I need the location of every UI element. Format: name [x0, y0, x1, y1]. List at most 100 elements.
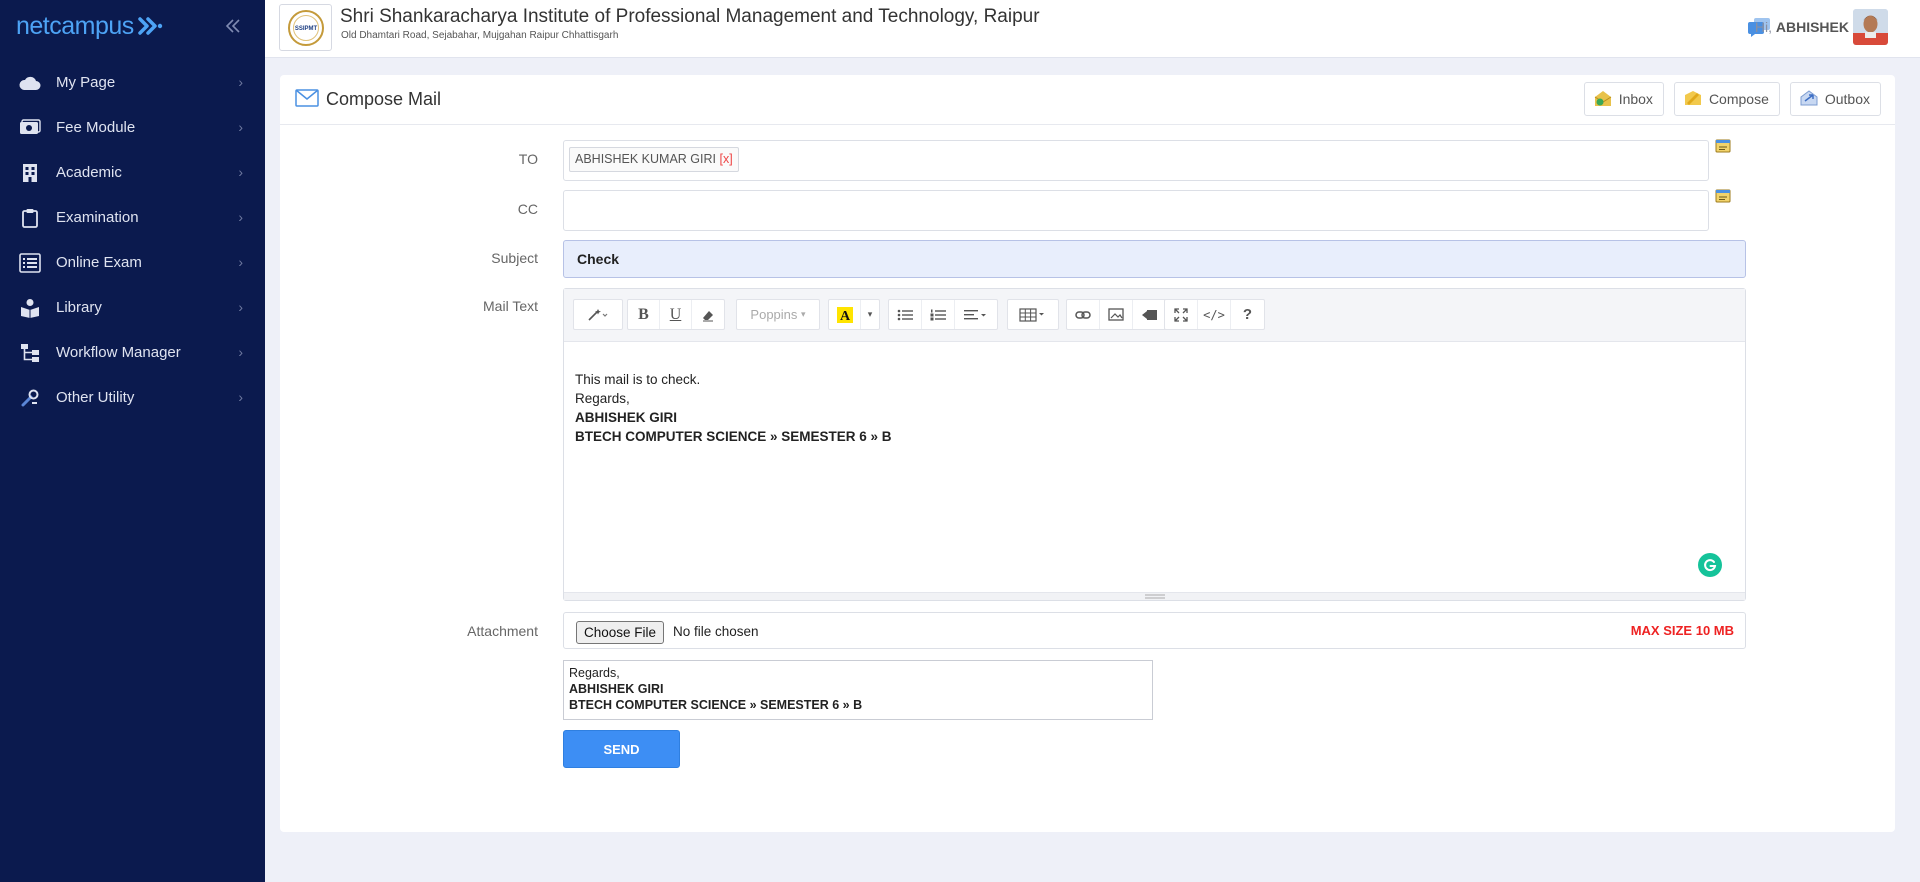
sidebar-item-label: Online Exam — [56, 254, 142, 271]
font-family-dropdown[interactable]: Poppins ▾ — [737, 300, 819, 329]
sidebar-item-workflow-manager[interactable]: Workflow Manager › — [0, 330, 265, 375]
building-icon — [18, 161, 42, 185]
card-header: Compose Mail Inbox Compose Outbox — [280, 75, 1895, 125]
page-title: Compose Mail — [326, 89, 442, 109]
fullscreen-button[interactable] — [1165, 300, 1198, 329]
help-button[interactable]: ? — [1231, 300, 1264, 329]
book-reader-icon — [18, 296, 42, 320]
top-header: SSIPMT Shri Shankaracharya Institute of … — [265, 0, 1920, 58]
chevron-right-icon: › — [238, 74, 243, 90]
code-view-button[interactable]: </> — [1198, 300, 1231, 329]
bold-button[interactable]: B — [628, 300, 660, 329]
address-book-icon[interactable] — [1715, 139, 1731, 158]
tools-icon — [18, 386, 42, 410]
remove-recipient-button[interactable]: [x] — [719, 152, 732, 166]
sidebar-nav: My Page › Fee Module › Academic › Examin… — [0, 60, 265, 420]
institute-logo: SSIPMT — [279, 4, 332, 51]
toolbar-group-table — [1007, 299, 1059, 330]
sidebar-item-label: Workflow Manager — [56, 344, 181, 361]
compose-button[interactable]: Compose — [1673, 82, 1780, 116]
to-label: TO — [518, 151, 538, 167]
send-button[interactable]: SEND — [563, 730, 680, 768]
link-icon — [1075, 310, 1091, 319]
magic-style-button[interactable] — [574, 300, 622, 329]
signature-box[interactable]: Regards, ABHISHEK GIRI BTECH COMPUTER SC… — [563, 660, 1153, 720]
toolbar-group-view: </> ? — [1164, 299, 1265, 330]
mail-text-label: Mail Text — [483, 298, 538, 314]
user-greeting[interactable]: Hi, ABHISHEK — [1755, 19, 1849, 35]
chevron-right-icon: › — [238, 164, 243, 180]
sidebar-item-fee-module[interactable]: Fee Module › — [0, 105, 265, 150]
brand-logo[interactable]: netcampus — [0, 0, 265, 52]
file-status-text: No file chosen — [673, 624, 759, 639]
numbered-list-button[interactable] — [922, 300, 955, 329]
attachment-field: Choose File No file chosen MAX SIZE 10 M… — [563, 612, 1746, 649]
paragraph-align-dropdown[interactable] — [955, 300, 997, 329]
inbox-icon — [1593, 89, 1613, 110]
expand-icon — [1174, 307, 1188, 322]
brand-name: netcampus — [16, 11, 134, 40]
table-dropdown[interactable] — [1008, 300, 1058, 329]
insert-image-button[interactable] — [1100, 300, 1133, 329]
signature-name: ABHISHEK GIRI — [569, 682, 664, 696]
color-dropdown-button[interactable]: ▾ — [861, 300, 879, 329]
outbox-button[interactable]: Outbox — [1789, 82, 1881, 116]
to-field[interactable]: ABHISHEK KUMAR GIRI [x] — [563, 140, 1709, 181]
insert-video-button[interactable] — [1133, 300, 1166, 329]
choose-file-button[interactable]: Choose File — [576, 621, 665, 644]
subject-input[interactable]: Check — [563, 240, 1746, 278]
bullet-list-button[interactable] — [889, 300, 922, 329]
signature-program: BTECH COMPUTER SCIENCE » SEMESTER 6 » B — [569, 698, 863, 712]
sidebar-item-other-utility[interactable]: Other Utility › — [0, 375, 265, 420]
sidebar-item-my-page[interactable]: My Page › — [0, 60, 265, 105]
sidebar-item-academic[interactable]: Academic › — [0, 150, 265, 195]
image-icon — [1108, 308, 1124, 321]
sidebar-item-label: Fee Module — [56, 119, 136, 136]
cc-field[interactable] — [563, 190, 1709, 231]
grammarly-icon[interactable] — [1698, 553, 1722, 577]
insert-link-button[interactable] — [1067, 300, 1100, 329]
grip-icon — [1144, 594, 1165, 599]
toolbar-group-font: Poppins ▾ — [736, 299, 820, 330]
video-icon — [1141, 309, 1157, 320]
mail-body-line: Regards, — [575, 391, 630, 406]
institute-name: Shri Shankaracharya Institute of Profess… — [340, 6, 1040, 27]
svg-text:A: A — [839, 309, 850, 323]
caret-down-icon: ▾ — [801, 309, 806, 319]
numbered-list-icon — [930, 309, 946, 320]
mail-nav-buttons: Inbox Compose Outbox — [1583, 82, 1881, 116]
eraser-icon — [703, 310, 713, 321]
inbox-button-label: Inbox — [1618, 91, 1653, 107]
institute-logo-text: SSIPMT — [294, 26, 317, 32]
clear-format-button[interactable] — [692, 300, 724, 329]
avatar[interactable] — [1853, 9, 1888, 45]
sidebar-item-online-exam[interactable]: Online Exam › — [0, 240, 265, 285]
toolbar-group-list — [888, 299, 998, 330]
money-icon — [18, 116, 42, 140]
mail-body-text[interactable]: This mail is to check. Regards, ABHISHEK… — [564, 342, 1745, 446]
sidebar-item-examination[interactable]: Examination › — [0, 195, 265, 240]
outbox-icon — [1799, 89, 1819, 110]
collapse-sidebar-icon[interactable] — [223, 16, 243, 36]
sitemap-icon — [18, 341, 42, 365]
chevron-right-icon: › — [238, 209, 243, 225]
text-color-button[interactable]: A — [829, 300, 861, 329]
user-name: ABHISHEK — [1775, 19, 1849, 35]
institute-address: Old Dhamtari Road, Sejabahar, Mujgahan R… — [341, 30, 619, 41]
table-icon — [1019, 307, 1044, 322]
brand-chevron-icon — [136, 11, 166, 41]
underline-button[interactable]: U — [660, 300, 692, 329]
envelope-icon — [295, 89, 319, 112]
compose-icon — [1683, 89, 1703, 110]
sidebar-item-library[interactable]: Library › — [0, 285, 265, 330]
inbox-button[interactable]: Inbox — [1583, 82, 1664, 116]
editor-resize-handle[interactable] — [564, 592, 1745, 600]
sidebar-item-label: My Page — [56, 74, 116, 91]
highlight-color-icon: A — [836, 306, 853, 323]
mail-body-sender-name: ABHISHEK GIRI — [575, 410, 678, 425]
address-book-icon[interactable] — [1715, 189, 1731, 208]
chevron-right-icon: › — [238, 389, 243, 405]
toolbar-group-insert — [1066, 299, 1167, 330]
font-family-value: Poppins — [750, 307, 798, 322]
cloud-icon — [18, 71, 42, 95]
